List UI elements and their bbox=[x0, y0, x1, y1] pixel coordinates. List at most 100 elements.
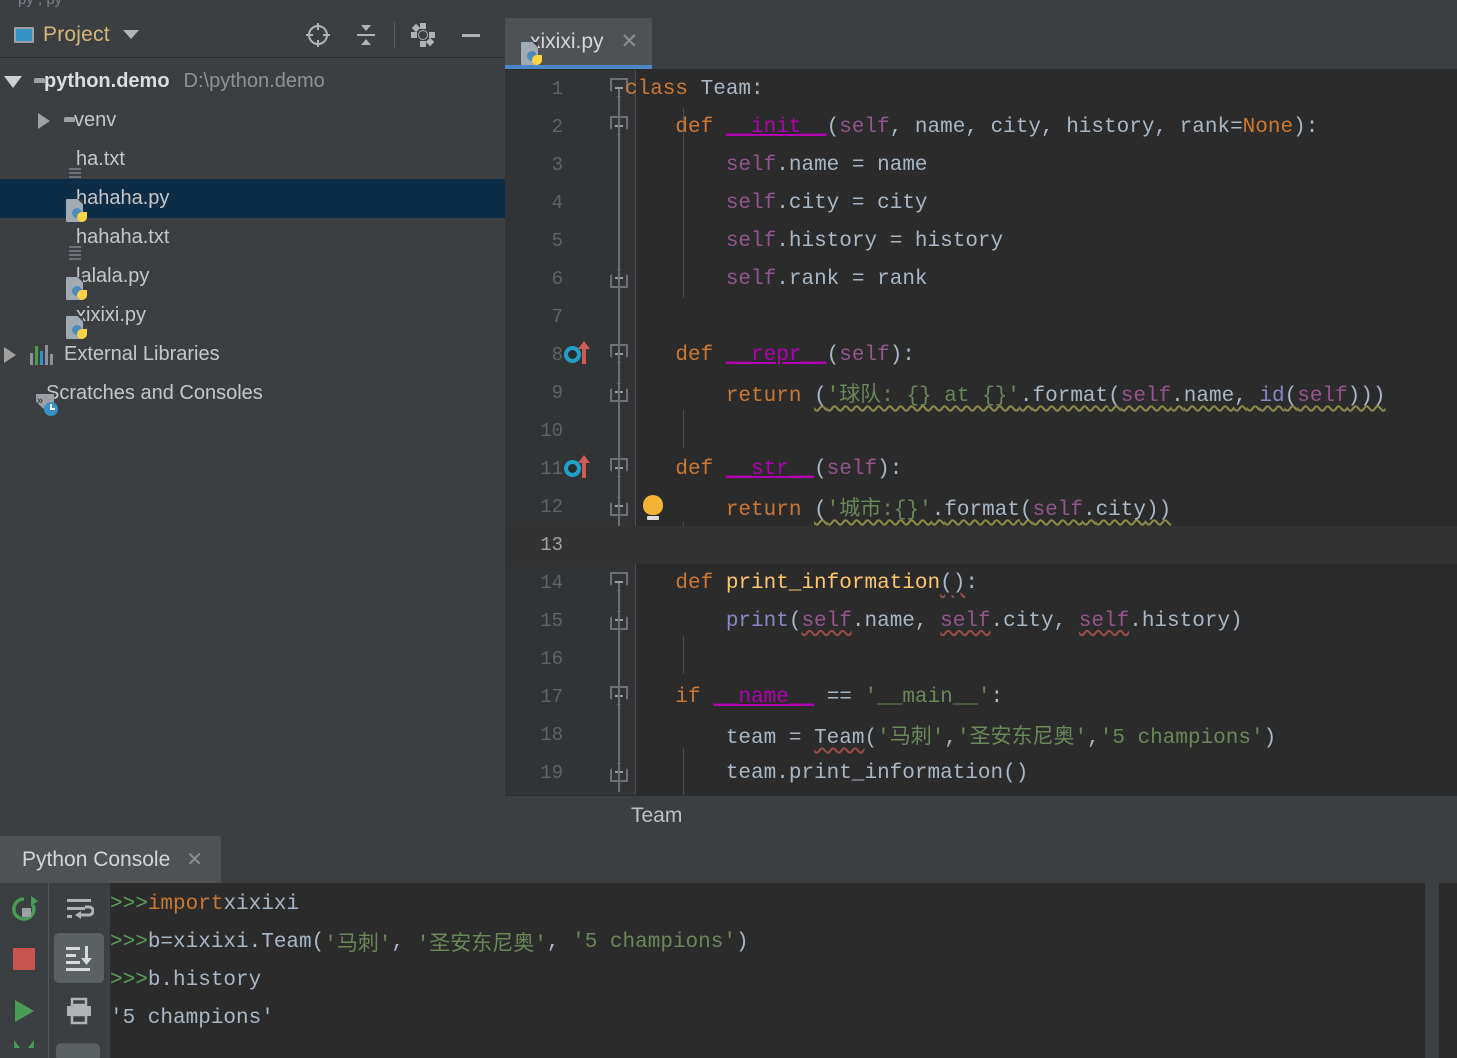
console-text: import bbox=[148, 893, 224, 916]
console-string: '马刺' bbox=[324, 927, 391, 957]
overriding-method-icon[interactable] bbox=[562, 450, 604, 488]
editor-tab-label: xixixi.py bbox=[530, 30, 604, 54]
tree-item-label: External Libraries bbox=[64, 343, 220, 366]
tree-item-xixixi-py[interactable]: xixixi.py bbox=[0, 296, 505, 335]
chevron-right-icon[interactable] bbox=[38, 113, 50, 129]
code-line[interactable]: 1 class Team: bbox=[505, 70, 1457, 108]
line-number: 12 bbox=[505, 496, 563, 518]
tree-item-label: xixixi.py bbox=[76, 304, 146, 327]
tree-item-lalala-py[interactable]: lalala.py bbox=[0, 257, 505, 296]
gear-icon[interactable] bbox=[399, 13, 447, 57]
line-number: 13 bbox=[505, 534, 563, 556]
console-text: , bbox=[547, 931, 572, 954]
line-number: 5 bbox=[505, 230, 563, 252]
console-text: ) bbox=[736, 931, 749, 954]
chevron-right-icon[interactable] bbox=[4, 347, 16, 363]
toolbar-separator bbox=[394, 22, 395, 48]
console-history-icon[interactable] bbox=[54, 1039, 102, 1058]
code-line[interactable]: 11 def __str__(self): bbox=[505, 450, 1457, 488]
console-toolbar-right bbox=[49, 883, 110, 1058]
console-body: >>> import xixixi >>> b=xixixi.Team('马刺'… bbox=[0, 883, 1457, 1058]
line-number: 15 bbox=[505, 610, 563, 632]
minimize-icon[interactable] bbox=[447, 13, 495, 57]
console-scrollbar[interactable] bbox=[1425, 883, 1439, 1058]
line-number: 19 bbox=[505, 762, 563, 784]
execute-icon[interactable] bbox=[0, 987, 48, 1035]
code-line[interactable]: 15 print(self.name, self.city, self.hist… bbox=[505, 602, 1457, 640]
code-line[interactable]: 6 self.rank = rank bbox=[505, 260, 1457, 298]
overriding-method-icon[interactable] bbox=[562, 336, 604, 374]
code-line[interactable]: 4 self.city = city bbox=[505, 184, 1457, 222]
editor-tab-xixixi-py[interactable]: xixixi.py ✕ bbox=[505, 18, 652, 69]
locate-icon[interactable] bbox=[294, 13, 342, 57]
line-number: 14 bbox=[505, 572, 563, 594]
line-number: 16 bbox=[505, 648, 563, 670]
code-line-current[interactable]: 13 bbox=[505, 526, 1457, 564]
tree-item-label: lalala.py bbox=[76, 265, 149, 288]
console-line: >>> b.history bbox=[110, 961, 1422, 999]
console-output[interactable]: >>> import xixixi >>> b=xixixi.Team('马刺'… bbox=[110, 883, 1422, 1058]
chevron-down-icon[interactable] bbox=[123, 30, 139, 39]
code-text: return ('城市:{}'.format(self.city)) bbox=[625, 492, 1171, 522]
tree-item-python-demo[interactable]: python.demo D:\python.demo bbox=[0, 62, 505, 101]
code-line[interactable]: 8 def __repr__(self): bbox=[505, 336, 1457, 374]
editor-tab-bar: xixixi.py ✕ bbox=[505, 12, 1457, 70]
code-line[interactable]: 9 return ('球队: {} at {}'.format(self.nam… bbox=[505, 374, 1457, 412]
console-module: xixixi bbox=[223, 893, 299, 916]
line-number: 7 bbox=[505, 306, 563, 328]
line-number: 11 bbox=[505, 458, 563, 480]
breadcrumb[interactable]: Team bbox=[505, 795, 1457, 835]
code-line[interactable]: 19 team.print_information() bbox=[505, 754, 1457, 792]
close-icon[interactable]: ✕ bbox=[621, 29, 639, 54]
top-ghost-text: py , py bbox=[18, 0, 62, 8]
tree-item-label: python.demo bbox=[44, 70, 170, 93]
tree-item-venv[interactable]: venv bbox=[0, 101, 505, 140]
collapse-all-icon[interactable] bbox=[342, 13, 390, 57]
tree-item-scratches-and-consoles[interactable]: » Scratches and Consoles bbox=[0, 374, 505, 413]
tree-item-label: ha.txt bbox=[76, 148, 125, 171]
tree-item-external-libraries[interactable]: External Libraries bbox=[0, 335, 505, 374]
code-editor[interactable]: 1 class Team: 2 def __init__(self, name,… bbox=[505, 70, 1457, 807]
code-line[interactable]: 16 bbox=[505, 640, 1457, 678]
console-text: , bbox=[391, 931, 416, 954]
project-panel-title: Project bbox=[43, 23, 110, 47]
code-line[interactable]: 3 self.name = name bbox=[505, 146, 1457, 184]
code-line[interactable]: 18 team = Team('马刺','圣安东尼奥','5 champions… bbox=[505, 716, 1457, 754]
console-text: b=xixixi.Team( bbox=[148, 931, 324, 954]
code-line[interactable]: 5 self.history = history bbox=[505, 222, 1457, 260]
code-line[interactable]: 2 def __init__(self, name, city, history… bbox=[505, 108, 1457, 146]
fold-rail bbox=[604, 298, 634, 336]
line-number: 17 bbox=[505, 686, 563, 708]
tree-item-hahaha-py[interactable]: hahaha.py bbox=[0, 179, 505, 218]
code-text: team.print_information() bbox=[625, 762, 1028, 785]
project-panel-header: Project bbox=[0, 12, 505, 58]
stop-icon[interactable] bbox=[0, 935, 48, 983]
editor-right-edge bbox=[1442, 12, 1457, 48]
print-icon[interactable] bbox=[55, 987, 103, 1035]
code-text: return ('球队: {} at {}'.format(self.name,… bbox=[625, 378, 1385, 408]
code-line[interactable]: 14 def print_information(): bbox=[505, 564, 1457, 602]
scroll-to-end-icon[interactable] bbox=[54, 933, 104, 983]
code-line[interactable]: 10 bbox=[505, 412, 1457, 450]
console-result: '5 champions' bbox=[110, 1007, 274, 1030]
chevron-down-icon[interactable] bbox=[4, 76, 22, 88]
close-icon[interactable]: ✕ bbox=[186, 847, 203, 872]
debug-icon[interactable] bbox=[0, 1039, 48, 1058]
console-string: '圣安东尼奥' bbox=[417, 927, 547, 957]
code-line[interactable]: 7 bbox=[505, 298, 1457, 336]
soft-wrap-icon[interactable] bbox=[55, 885, 103, 933]
tree-item-label: hahaha.py bbox=[76, 187, 169, 210]
line-number: 10 bbox=[505, 420, 563, 442]
breadcrumb-label[interactable]: Team bbox=[631, 804, 682, 828]
tree-item-ha-txt[interactable]: ha.txt bbox=[0, 140, 505, 179]
console-tab-python-console[interactable]: Python Console ✕ bbox=[0, 836, 221, 883]
code-text: self.city = city bbox=[625, 192, 928, 215]
code-text: self.rank = rank bbox=[625, 268, 928, 291]
code-text: if __name__ == '__main__': bbox=[625, 686, 1003, 709]
line-number: 4 bbox=[505, 192, 563, 214]
tree-item-hahaha-txt[interactable]: hahaha.txt bbox=[0, 218, 505, 257]
rerun-icon[interactable] bbox=[0, 885, 48, 933]
code-line[interactable]: 12 return ('城市:{}'.format(self.city)) bbox=[505, 488, 1457, 526]
console-toolbar-left bbox=[0, 883, 48, 1058]
code-line[interactable]: 17 if __name__ == '__main__': bbox=[505, 678, 1457, 716]
